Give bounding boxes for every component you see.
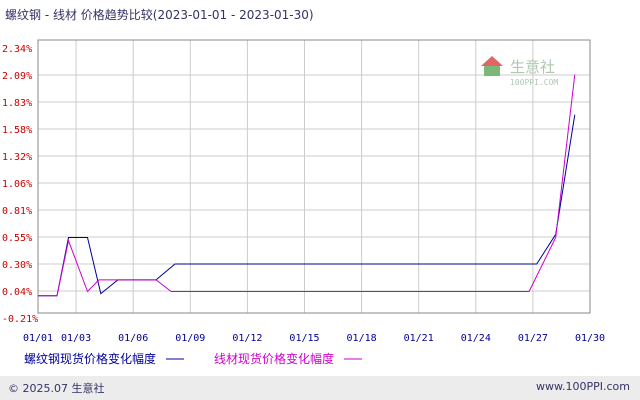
y-tick-label: 1.58% xyxy=(2,125,32,136)
y-tick-label: 0.81% xyxy=(2,206,32,217)
y-tick-label: -0.21% xyxy=(2,314,38,325)
x-tick-label: 01/30 xyxy=(575,333,605,344)
y-tick-label: 1.83% xyxy=(2,98,32,109)
y-tick-label: 1.06% xyxy=(2,179,32,190)
legend-label: 螺纹钢现货价格变化幅度 xyxy=(24,351,156,366)
x-tick-label: 01/21 xyxy=(404,333,434,344)
x-tick-label: 01/06 xyxy=(118,333,148,344)
legend: 螺纹钢现货价格变化幅度 线材现货价格变化幅度 xyxy=(24,351,363,366)
y-tick-label: 2.09% xyxy=(2,71,32,82)
site-link[interactable]: www.100PPI.com xyxy=(536,380,630,393)
line-chart: 2.34% 2.09% 1.83% 1.58% 1.32% 1.06% 0.81% 0.55%… xyxy=(2,39,605,366)
y-axis-ticks: 2.34% 2.09% 1.83% 1.58% 1.32% 1.06% 0.81% 0.55%… xyxy=(2,44,38,325)
y-tick-label: 1.32% xyxy=(2,152,32,163)
house-logo-icon xyxy=(481,56,503,76)
footer: © 2025.07 生意社 www.100PPI.com xyxy=(0,376,640,400)
y-tick-label: 0.55% xyxy=(2,233,32,244)
series-line-2 xyxy=(38,74,576,297)
series-lines xyxy=(38,74,576,297)
watermark-subtext: 100PPI.COM xyxy=(510,78,558,87)
x-tick-label: 01/01 xyxy=(23,333,53,344)
x-tick-label: 01/27 xyxy=(518,333,548,344)
x-tick-label: 01/24 xyxy=(461,333,491,344)
grid-lines xyxy=(38,40,590,313)
copyright-text: © 2025.07 生意社 xyxy=(8,382,105,395)
watermark: 生意社 100PPI.COM xyxy=(481,56,558,87)
x-tick-label: 01/03 xyxy=(61,333,91,344)
x-tick-label: 01/12 xyxy=(232,333,262,344)
x-tick-label: 01/15 xyxy=(289,333,319,344)
plot-area-border xyxy=(37,39,591,314)
x-axis-ticks: 01/01 01/03 01/06 01/09 01/12 01/15 01/18 01/21… xyxy=(23,333,605,344)
y-tick-label: 0.30% xyxy=(2,260,32,271)
legend-label: 线材现货价格变化幅度 xyxy=(214,351,334,366)
watermark-text: 生意社 xyxy=(510,58,555,76)
x-tick-label: 01/09 xyxy=(175,333,205,344)
y-tick-label: 2.34% xyxy=(2,44,32,55)
y-tick-label: 0.04% xyxy=(2,287,32,298)
series-line-1 xyxy=(38,114,576,297)
x-tick-label: 01/18 xyxy=(347,333,377,344)
